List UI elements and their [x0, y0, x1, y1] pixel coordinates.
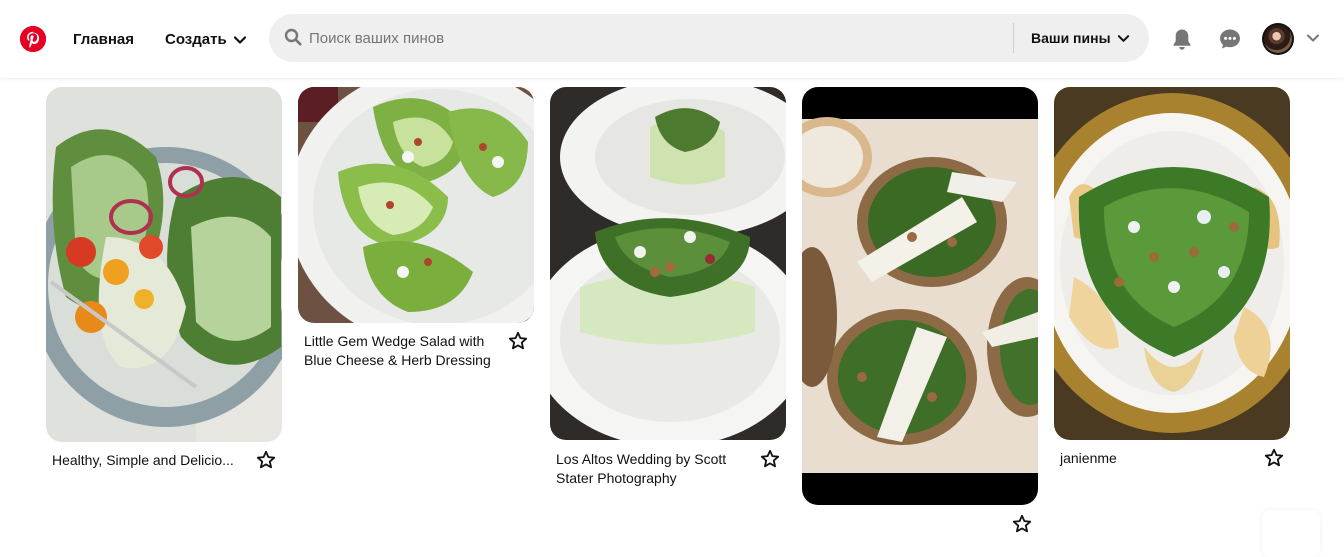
- notifications-button[interactable]: [1164, 21, 1200, 57]
- save-star-button[interactable]: [508, 331, 528, 351]
- wedge-salad-photo[interactable]: [46, 87, 282, 442]
- bell-icon: [1173, 29, 1191, 50]
- chevron-down-icon: [1117, 34, 1129, 42]
- pin-title[interactable]: Healthy, Simple and Delicio...: [52, 451, 248, 470]
- chevron-down-icon: [233, 36, 246, 44]
- star-icon: [1012, 514, 1032, 533]
- pin-title[interactable]: Little Gem Wedge Salad with Blue Cheese …: [304, 332, 500, 370]
- avatar[interactable]: [1262, 23, 1294, 55]
- little-gem-salad-photo[interactable]: [298, 87, 534, 323]
- pinterest-logo-icon[interactable]: [20, 26, 46, 52]
- floating-help-button[interactable]: [1262, 510, 1320, 557]
- search-bar[interactable]: Ваши пины: [269, 14, 1149, 62]
- pin-title[interactable]: Los Altos Wedding by Scott Stater Photog…: [556, 450, 752, 488]
- top-navigation-bar: Главная Создать Ваши пины: [0, 0, 1344, 78]
- pin-card[interactable]: Little Gem Wedge Salad with Blue Cheese …: [298, 87, 534, 387]
- pin-card[interactable]: Los Altos Wedding by Scott Stater Photog…: [550, 87, 786, 497]
- account-menu-chevron-icon[interactable]: [1305, 30, 1321, 46]
- search-scope-label: Ваши пины: [1031, 30, 1111, 46]
- search-input[interactable]: [309, 25, 949, 51]
- pear-salad-photo[interactable]: [1054, 87, 1290, 440]
- save-star-button[interactable]: [1264, 448, 1284, 468]
- messages-button[interactable]: [1212, 21, 1248, 57]
- cucumber-salad-photo[interactable]: [550, 87, 786, 440]
- chat-bubble-icon: [1220, 29, 1240, 49]
- save-star-button[interactable]: [256, 450, 276, 470]
- star-icon: [1264, 448, 1284, 467]
- search-scope-dropdown[interactable]: Ваши пины: [1031, 14, 1130, 62]
- avatar-image: [1264, 25, 1292, 53]
- star-icon: [508, 331, 528, 350]
- search-icon: [284, 28, 302, 46]
- pin-card[interactable]: Healthy, Simple and Delicio...: [46, 87, 282, 477]
- create-label: Создать: [165, 31, 227, 48]
- search-divider: [1013, 23, 1014, 53]
- pin-card[interactable]: [802, 87, 1038, 537]
- pin-card[interactable]: janienme: [1054, 87, 1290, 477]
- star-icon: [256, 450, 276, 469]
- blue-cheese-toast-photo[interactable]: [802, 87, 1038, 505]
- home-button[interactable]: Главная: [63, 22, 144, 58]
- create-menu-button[interactable]: Создать: [155, 22, 257, 58]
- star-icon: [760, 449, 780, 468]
- save-star-button[interactable]: [1012, 514, 1032, 534]
- pin-title[interactable]: janienme: [1060, 449, 1256, 468]
- save-star-button[interactable]: [760, 449, 780, 469]
